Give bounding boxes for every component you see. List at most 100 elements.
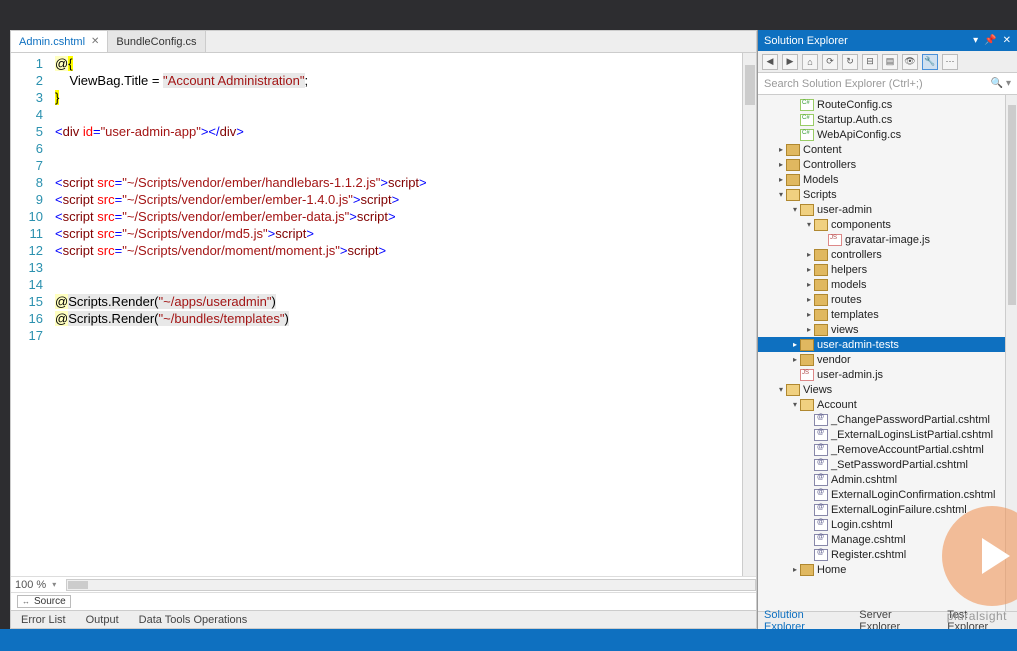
show-all-button[interactable]: ▤ — [882, 54, 898, 70]
tool-window-tab[interactable]: Error List — [11, 614, 76, 626]
tree-node[interactable]: Scripts — [758, 187, 1005, 202]
editor-hscrollbar[interactable] — [66, 579, 756, 591]
line-number: 8 — [11, 174, 43, 191]
tree-node[interactable]: Startup.Auth.cs — [758, 112, 1005, 127]
solution-explorer-search[interactable]: Search Solution Explorer (Ctrl+;) 🔍 ▾ — [758, 73, 1017, 95]
tree-node[interactable]: ExternalLoginFailure.cshtml — [758, 502, 1005, 517]
source-view-button[interactable]: ↔Source — [17, 595, 71, 608]
folder-open-icon — [800, 204, 814, 216]
expand-arrow-icon[interactable] — [790, 340, 800, 349]
panel-title-text: Solution Explorer — [764, 35, 848, 47]
tree-node[interactable]: controllers — [758, 247, 1005, 262]
expand-arrow-icon[interactable] — [776, 160, 786, 169]
home-button[interactable]: ⌂ — [802, 54, 818, 70]
editor-view-bar: ↔Source — [11, 592, 756, 610]
tree-node[interactable]: RouteConfig.cs — [758, 97, 1005, 112]
line-number: 13 — [11, 259, 43, 276]
tool-window-tab[interactable]: Output — [76, 614, 129, 626]
line-number: 16 — [11, 310, 43, 327]
tree-node[interactable]: templates — [758, 307, 1005, 322]
tree-node[interactable]: Content — [758, 142, 1005, 157]
panel-close-icon[interactable]: ✕ — [1003, 35, 1011, 46]
expand-arrow-icon[interactable] — [776, 145, 786, 154]
tree-node[interactable]: _SetPasswordPartial.cshtml — [758, 457, 1005, 472]
expand-arrow-icon[interactable] — [776, 385, 786, 394]
back-button[interactable]: ◀ — [762, 54, 778, 70]
expand-arrow-icon[interactable] — [804, 280, 814, 289]
tree-node[interactable]: Admin.cshtml — [758, 472, 1005, 487]
tree-node[interactable]: routes — [758, 292, 1005, 307]
editor-pane: Admin.cshtml✕BundleConfig.cs 12345678910… — [10, 30, 757, 629]
tree-node-label: controllers — [831, 249, 882, 261]
tree-node[interactable]: Login.cshtml — [758, 517, 1005, 532]
tree-node[interactable]: Account — [758, 397, 1005, 412]
tree-node[interactable]: Manage.cshtml — [758, 532, 1005, 547]
tree-node[interactable]: WebApiConfig.cs — [758, 127, 1005, 142]
expand-arrow-icon[interactable] — [790, 205, 800, 214]
code-editor[interactable]: @{ ViewBag.Title = "Account Administrati… — [55, 53, 742, 576]
tree-node[interactable]: ExternalLoginConfirmation.cshtml — [758, 487, 1005, 502]
tree-node[interactable]: gravatar-image.js — [758, 232, 1005, 247]
editor-vscrollbar[interactable] — [742, 53, 756, 576]
line-number: 6 — [11, 140, 43, 157]
tree-node[interactable]: Controllers — [758, 157, 1005, 172]
tree-node-label: views — [831, 324, 859, 336]
zoom-level[interactable]: 100 % — [15, 579, 46, 591]
tree-node[interactable]: helpers — [758, 262, 1005, 277]
close-icon[interactable]: ✕ — [91, 36, 99, 47]
expand-arrow-icon[interactable] — [804, 325, 814, 334]
expand-arrow-icon[interactable] — [804, 250, 814, 259]
tree-node[interactable]: vendor — [758, 352, 1005, 367]
folder-icon — [800, 354, 814, 366]
tree-node[interactable]: Home — [758, 562, 1005, 577]
expand-arrow-icon[interactable] — [790, 355, 800, 364]
panel-dropdown-icon[interactable]: ▾ — [973, 35, 978, 46]
document-tab[interactable]: Admin.cshtml✕ — [11, 31, 108, 52]
tree-node[interactable]: Models — [758, 172, 1005, 187]
expand-arrow-icon[interactable] — [776, 175, 786, 184]
line-number: 9 — [11, 191, 43, 208]
search-icon[interactable]: 🔍 ▾ — [991, 78, 1011, 89]
tree-vscrollbar[interactable] — [1005, 95, 1017, 611]
tree-node[interactable]: user-admin-tests — [758, 337, 1005, 352]
tree-node[interactable]: Register.cshtml — [758, 547, 1005, 562]
refresh-button[interactable]: ↻ — [842, 54, 858, 70]
document-tab[interactable]: BundleConfig.cs — [108, 31, 205, 52]
expand-arrow-icon[interactable] — [776, 190, 786, 199]
expand-arrow-icon[interactable] — [790, 400, 800, 409]
tree-node-label: routes — [831, 294, 862, 306]
tree-node-label: user-admin.js — [817, 369, 883, 381]
solution-explorer-title: Solution Explorer ▾ 📌 ✕ — [758, 30, 1017, 51]
expand-arrow-icon[interactable] — [804, 310, 814, 319]
tree-node[interactable]: _RemoveAccountPartial.cshtml — [758, 442, 1005, 457]
line-number: 12 — [11, 242, 43, 259]
tree-node[interactable]: components — [758, 217, 1005, 232]
tree-node[interactable]: _ExternalLoginsListPartial.cshtml — [758, 427, 1005, 442]
preview-button[interactable]: 👁 — [902, 54, 918, 70]
tree-node[interactable]: views — [758, 322, 1005, 337]
app-root: Admin.cshtml✕BundleConfig.cs 12345678910… — [0, 0, 1017, 651]
tree-node[interactable]: user-admin.js — [758, 367, 1005, 382]
cshtml-icon — [814, 504, 828, 516]
tree-node[interactable]: models — [758, 277, 1005, 292]
solution-explorer-pane: Solution Explorer ▾ 📌 ✕ ◀ ▶ ⌂ ⟳ ↻ ⊟ ▤ 👁 … — [757, 30, 1017, 629]
panel-pin-icon[interactable]: 📌 — [984, 35, 996, 46]
properties-button[interactable]: 🔧 — [922, 54, 938, 70]
tree-node[interactable]: user-admin — [758, 202, 1005, 217]
zoom-dropdown-icon[interactable]: ▾ — [52, 580, 56, 589]
tree-node[interactable]: _ChangePasswordPartial.cshtml — [758, 412, 1005, 427]
expand-arrow-icon[interactable] — [804, 265, 814, 274]
tool-window-tab[interactable]: Data Tools Operations — [129, 614, 258, 626]
expand-arrow-icon[interactable] — [804, 295, 814, 304]
razor-at: @ — [55, 56, 68, 71]
expand-arrow-icon[interactable] — [804, 220, 814, 229]
sync-button[interactable]: ⟳ — [822, 54, 838, 70]
forward-button[interactable]: ▶ — [782, 54, 798, 70]
tree-node[interactable]: Views — [758, 382, 1005, 397]
folder-open-icon — [786, 189, 800, 201]
solution-tree[interactable]: RouteConfig.csStartup.Auth.csWebApiConfi… — [758, 95, 1005, 611]
tree-node-label: Views — [803, 384, 832, 396]
extra-button[interactable]: ⋯ — [942, 54, 958, 70]
expand-arrow-icon[interactable] — [790, 565, 800, 574]
collapse-button[interactable]: ⊟ — [862, 54, 878, 70]
